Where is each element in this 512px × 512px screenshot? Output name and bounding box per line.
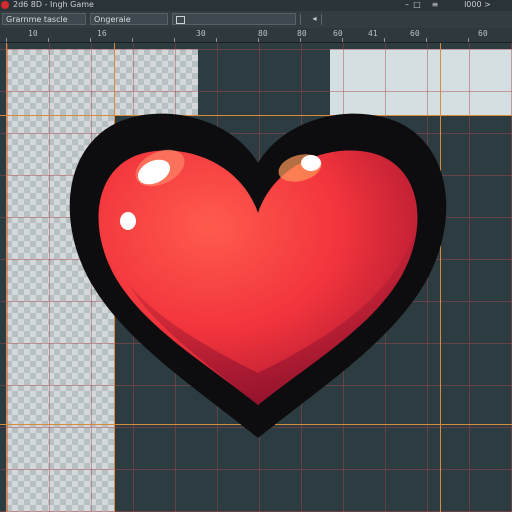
ruler-tick [216, 38, 217, 42]
heart-sprite[interactable] [0, 43, 512, 512]
arrow-left-icon[interactable]: ◂ [310, 14, 319, 24]
ruler-label: 60 [410, 29, 420, 38]
record-dot-icon [1, 1, 9, 9]
window-title-right: l000 > [459, 0, 491, 9]
window-title: 2d6 8D - Ingh Game [13, 0, 94, 9]
toolbar-divider [300, 14, 301, 25]
maximize-icon[interactable]: □ [413, 1, 421, 9]
heart-highlight [120, 212, 136, 230]
ruler-tick [132, 38, 133, 42]
project-name-field[interactable]: Grarnme tascle [2, 13, 86, 25]
heart-highlight [301, 155, 321, 171]
ruler-label: 10 [28, 29, 38, 38]
ruler-tick [90, 38, 91, 42]
ruler-label: 41 [368, 29, 378, 38]
image-icon [176, 16, 185, 24]
layer-select[interactable]: Ongeraie [90, 13, 168, 25]
ruler-tick [468, 38, 469, 42]
ruler-tick [384, 38, 385, 42]
ruler-tick [6, 38, 7, 42]
ruler-label: 80 [258, 29, 268, 38]
ruler-tick [300, 38, 301, 42]
horizontal-ruler: 10 16 30 80 80 60 60 41 60 [0, 28, 512, 43]
ruler-label: 80 [297, 29, 307, 38]
ruler-label: 60 [478, 29, 488, 38]
editor-canvas[interactable] [0, 43, 512, 512]
toolbar-divider [321, 14, 322, 25]
ruler-tick [174, 38, 175, 42]
menu-icon[interactable]: ≡ [431, 1, 439, 9]
toolbar: Grarnme tascle Ongeraie ◂ [0, 11, 512, 29]
ruler-tick [426, 38, 427, 42]
ruler-tick [48, 38, 49, 42]
ruler-tick [342, 38, 343, 42]
minimize-icon[interactable]: – [403, 1, 411, 9]
value-input[interactable] [172, 13, 296, 25]
ruler-tick [258, 38, 259, 42]
ruler-label: 16 [97, 29, 107, 38]
ruler-label: 30 [196, 29, 206, 38]
ruler-label: 60 [333, 29, 343, 38]
